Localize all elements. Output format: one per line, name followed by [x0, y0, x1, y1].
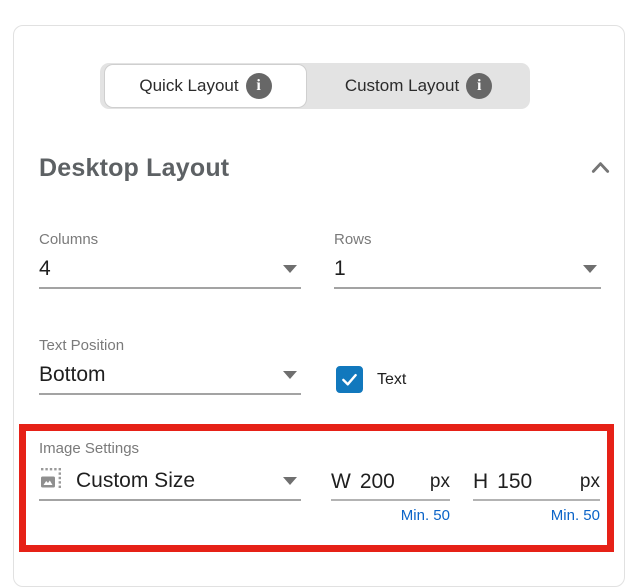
- width-min-hint: Min. 50: [331, 507, 450, 524]
- desktop-layout-header: Desktop Layout: [39, 154, 614, 183]
- image-height-input[interactable]: H 150 px: [473, 471, 600, 501]
- text-toggle-row: Text: [336, 366, 406, 393]
- caret-down-icon: [283, 371, 297, 379]
- tab-custom-layout-label: Custom Layout: [345, 76, 459, 96]
- width-value: 200: [360, 470, 395, 494]
- rows-value: 1: [334, 257, 346, 281]
- columns-label: Columns: [39, 231, 301, 248]
- chevron-up-icon: [587, 165, 614, 182]
- image-width-input[interactable]: W 200 px: [331, 471, 450, 501]
- checkmark-icon: [339, 369, 360, 390]
- caret-down-icon: [583, 265, 597, 273]
- layout-mode-tabs: Quick Layout i Custom Layout i: [100, 63, 530, 109]
- section-title: Desktop Layout: [39, 154, 229, 183]
- image-width-field: W 200 px Min. 50: [331, 471, 450, 524]
- rows-select[interactable]: 1: [334, 261, 601, 289]
- image-size-mode-select[interactable]: Custom Size: [39, 469, 301, 501]
- text-position-label: Text Position: [39, 337, 301, 354]
- height-min-hint: Min. 50: [473, 507, 600, 524]
- tab-custom-layout[interactable]: Custom Layout i: [307, 63, 530, 109]
- height-prefix: H: [473, 470, 488, 494]
- columns-select[interactable]: 4: [39, 261, 301, 289]
- height-value: 150: [497, 470, 532, 494]
- collapse-section-button[interactable]: [587, 156, 614, 183]
- caret-down-icon: [283, 477, 297, 485]
- text-position-value: Bottom: [39, 363, 106, 387]
- height-unit: px: [580, 471, 600, 493]
- rows-field: Rows 1: [334, 231, 601, 289]
- quick-layout-info-icon[interactable]: i: [246, 73, 272, 99]
- caret-down-icon: [283, 265, 297, 273]
- columns-field: Columns 4: [39, 231, 301, 289]
- image-size-mode-value: Custom Size: [76, 469, 195, 493]
- image-resize-icon: [39, 466, 63, 496]
- text-checkbox[interactable]: [336, 366, 363, 393]
- text-checkbox-label: Text: [377, 371, 406, 389]
- image-size-mode-field: Custom Size: [39, 469, 301, 501]
- text-position-field: Text Position Bottom: [39, 337, 301, 395]
- tab-quick-layout[interactable]: Quick Layout i: [104, 64, 307, 108]
- columns-value: 4: [39, 257, 51, 281]
- tab-quick-layout-label: Quick Layout: [139, 76, 238, 96]
- width-prefix: W: [331, 470, 351, 494]
- image-settings-label: Image Settings: [39, 440, 139, 457]
- custom-layout-info-icon[interactable]: i: [466, 73, 492, 99]
- layout-settings-panel: Quick Layout i Custom Layout i Desktop L…: [13, 25, 625, 587]
- image-height-field: H 150 px Min. 50: [473, 471, 600, 524]
- rows-label: Rows: [334, 231, 601, 248]
- text-position-select[interactable]: Bottom: [39, 367, 301, 395]
- width-unit: px: [430, 471, 450, 493]
